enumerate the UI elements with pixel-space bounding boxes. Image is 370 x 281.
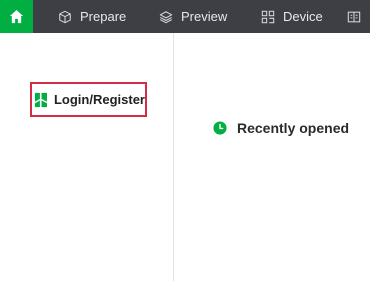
tab-device-label: Device <box>283 9 323 24</box>
sidebar <box>0 33 174 281</box>
tab-prepare-label: Prepare <box>80 9 127 24</box>
tab-preview[interactable]: Preview <box>159 0 227 33</box>
clock-icon <box>213 121 227 135</box>
recently-opened-header: Recently opened <box>213 120 349 136</box>
bambu-logo <box>35 92 47 107</box>
device-icon <box>261 10 275 23</box>
home-icon <box>9 9 24 24</box>
tab-device[interactable]: Device <box>261 0 323 33</box>
top-navigation-bar: Prepare Preview Device <box>0 0 370 33</box>
layers-icon <box>159 10 173 23</box>
recently-opened-label: Recently opened <box>237 120 350 136</box>
main-content <box>174 33 370 281</box>
home-tab[interactable] <box>0 0 33 33</box>
tab-prepare[interactable]: Prepare <box>58 0 126 33</box>
login-register-label: Login/Register <box>53 92 145 107</box>
tab-project[interactable] <box>347 0 369 33</box>
tab-preview-label: Preview <box>181 9 228 24</box>
project-icon <box>347 11 361 22</box>
cube-icon <box>59 10 71 23</box>
login-register-button[interactable]: Login/Register <box>30 82 147 117</box>
